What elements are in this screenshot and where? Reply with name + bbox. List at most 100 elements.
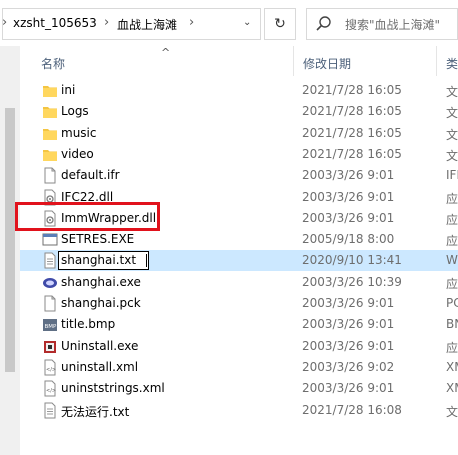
column-type[interactable]: 类 [446,55,458,72]
file-type: 应 [446,191,458,206]
column-divider[interactable] [436,46,437,76]
file-type: PC [446,296,458,310]
file-type: XM [446,381,458,396]
file-modified-date: 2021/7/28 16:05 [302,104,402,119]
chevron-down-icon[interactable]: ⌄ [243,17,251,28]
table-row[interactable]: 无法运行.txt 2021/7/28 16:08 文 [20,400,458,421]
breadcrumb-separator: › [2,15,8,30]
file-type: 文 [446,148,458,163]
file-modified-date: 2003/3/26 9:01 [302,381,395,396]
app-icon [42,274,58,291]
file-icon [42,295,58,312]
file-type: W [446,253,458,268]
file-name: music [61,125,97,140]
file-name: 无法运行.txt [61,404,130,419]
table-row[interactable]: BMPtitle.bmp 2003/3/26 9:01 BN [20,314,458,335]
table-row[interactable]: ini 2021/7/28 16:05 文 [20,80,458,101]
file-name: video [61,146,94,161]
xml-icon: </> [42,359,58,376]
exe-icon [42,231,58,248]
file-name: default.ifr [61,168,120,183]
txt-icon [42,402,58,419]
table-row[interactable]: shanghai.pck 2003/3/26 9:01 PC [20,293,458,314]
file-modified-date: 2003/3/26 9:01 [302,168,395,183]
file-modified-date: 2003/3/26 9:01 [302,317,395,332]
table-row-selected[interactable]: shanghai.txt 2020/9/10 13:41 W [20,250,458,272]
text-caret [146,254,147,268]
table-row[interactable]: default.ifr 2003/3/26 9:01 IFI [20,165,458,186]
file-name: Uninstall.exe [61,338,139,353]
table-row[interactable]: </> uninstall.xml 2003/3/26 9:02 XM [20,357,458,378]
uninstall-icon [42,338,58,355]
column-name[interactable]: 名称 [41,55,65,72]
folder-icon [42,125,58,142]
sort-arrow-icon: ^ [161,46,171,59]
svg-text:</>: </> [46,367,56,373]
breadcrumb-xzsht[interactable]: xzsht_105653 [13,16,97,30]
file-list-pane: ^ 名称 修改日期 类 ini 2021/7/28 16:05 文 Logs 2021/… [20,46,458,455]
scrollbar-thumb[interactable] [5,108,15,372]
file-type: 文 [446,127,458,142]
file-name: shanghai.exe [61,274,141,289]
table-row[interactable]: shanghai.exe 2003/3/26 10:39 应 [20,272,458,293]
refresh-icon: ↻ [274,16,286,32]
folder-icon [42,103,58,120]
file-name: title.bmp [61,317,116,332]
file-name: uninstall.xml [61,359,139,374]
file-type: BN [446,317,458,332]
file-modified-date: 2020/9/10 13:41 [302,253,402,268]
search-input[interactable]: 搜索"血战上海滩" [345,16,440,33]
breadcrumb-current[interactable]: 血战上海滩 [117,16,177,33]
file-modified-date: 2021/7/28 16:05 [302,83,402,97]
table-row[interactable]: music 2021/7/28 16:05 文 [20,123,458,144]
rename-input[interactable]: shanghai.txt [58,251,149,271]
file-type: 文 [446,106,458,121]
breadcrumb-separator: › [104,15,110,30]
column-date[interactable]: 修改日期 [303,55,351,72]
file-name: uninststrings.xml [61,381,165,396]
bmp-icon: BMP [42,316,58,333]
table-row[interactable]: </> uninststrings.xml 2003/3/26 9:01 XM [20,378,458,399]
file-modified-date: 2003/3/26 10:39 [302,274,402,289]
file-modified-date: 2003/3/26 9:02 [302,359,395,374]
folder-icon [42,146,58,163]
refresh-button[interactable]: ↻ [264,8,296,40]
file-type: IFI [446,168,458,183]
folder-icon [42,82,58,99]
table-row[interactable]: Logs 2021/7/28 16:05 文 [20,101,458,122]
file-name: shanghai.pck [61,296,141,310]
file-name: ini [61,83,76,97]
highlight-box [15,202,160,231]
svg-text:BMP: BMP [45,324,58,330]
table-row[interactable]: Uninstall.exe 2003/3/26 9:01 应 [20,336,458,357]
file-modified-date: 2003/3/26 9:01 [302,296,395,310]
column-divider[interactable] [293,46,294,76]
file-modified-date: 2003/3/26 9:01 [302,189,395,204]
file-type: 应 [446,340,458,355]
file-modified-date: 2003/3/26 9:01 [302,210,395,225]
address-bar[interactable]: › xzsht_105653 › 血战上海滩 › ⌄ [2,8,261,40]
file-name: Logs [61,104,89,119]
svg-text:</>: </> [46,388,56,394]
table-row[interactable]: video 2021/7/28 16:05 文 [20,144,458,165]
file-modified-date: 2021/7/28 16:08 [302,402,402,417]
xml-icon: </> [42,380,58,397]
file-type: 文 [446,85,458,99]
file-modified-date: 2005/9/18 8:00 [302,232,395,247]
address-bar-area: › xzsht_105653 › 血战上海滩 › ⌄ ↻ 搜索"血战上海滩" [0,0,458,46]
file-type: XM [446,359,458,374]
file-modified-date: 2021/7/28 16:05 [302,125,402,140]
search-box[interactable]: 搜索"血战上海滩" [306,8,458,40]
column-header: ^ 名称 修改日期 类 [20,46,458,76]
file-type: 应 [446,276,458,291]
txt-icon [42,252,58,269]
file-name: SETRES.EXE [61,232,135,247]
navigation-gutter [0,46,20,455]
breadcrumb-separator: › [189,15,195,30]
file-type: 应 [446,234,458,249]
file-type: 文 [446,404,458,419]
table-row[interactable]: SETRES.EXE 2005/9/18 8:00 应 [20,229,458,250]
search-icon [316,16,331,31]
file-type: 应 [446,212,458,227]
file-modified-date: 2003/3/26 9:01 [302,338,395,353]
